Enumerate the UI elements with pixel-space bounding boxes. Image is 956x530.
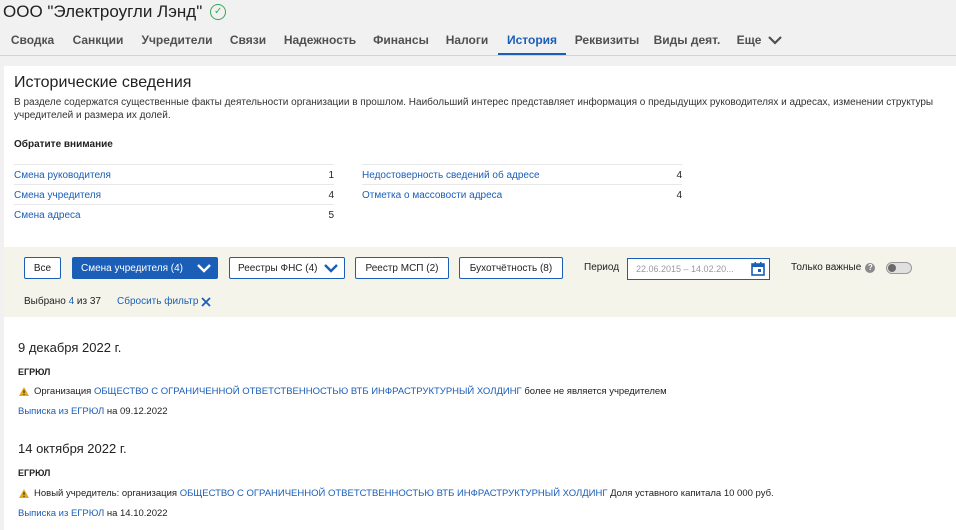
stat-row: Недостоверность сведений об адресе 4 (362, 164, 682, 185)
close-icon (201, 296, 212, 307)
filter-msp-button[interactable]: Реестр МСП (2) (355, 257, 449, 279)
period-date-input[interactable]: 22.06.2015 – 14.02.20... (627, 258, 770, 280)
stat-row: Смена адреса 5 (14, 204, 334, 225)
reset-label: Сбросить фильтр (117, 296, 199, 307)
tab-more[interactable]: Еще (730, 26, 790, 53)
stat-link-address-unreliable[interactable]: Недостоверность сведений об адресе (362, 170, 662, 181)
stat-count: 4 (676, 189, 682, 201)
stat-link-founder-change[interactable]: Смена учредителя (14, 190, 314, 201)
tab-finance[interactable]: Финансы (366, 26, 436, 53)
selected-number: 4 (68, 296, 75, 307)
stat-count: 4 (676, 169, 682, 181)
tab-summary[interactable]: Сводка (4, 26, 61, 53)
attention-heading: Обратите внимание (14, 139, 113, 150)
warning-icon (19, 489, 29, 498)
selected-count: Выбрано 4 из 37 (24, 296, 101, 307)
important-toggle[interactable] (886, 262, 912, 274)
tab-sanctions[interactable]: Санкции (64, 26, 132, 53)
stat-count: 5 (328, 209, 334, 221)
selected-suffix: из 37 (76, 296, 101, 307)
event-date: 9 декабря 2022 г. (18, 340, 122, 355)
stat-row: Смена учредителя 4 (14, 184, 334, 205)
important-label: Только важные (791, 262, 862, 273)
org-link[interactable]: ОБЩЕСТВО С ОГРАНИЧЕННОЙ ОТВЕТСТВЕННОСТЬЮ… (94, 386, 522, 397)
chevron-down-icon (768, 35, 783, 45)
history-description: В разделе содержатся существенные факты … (14, 97, 934, 121)
extract-line: Выписка из ЕГРЮЛ на 14.10.2022 (18, 508, 168, 519)
chevron-down-icon (197, 264, 211, 273)
event-text: Организация (34, 386, 92, 397)
tab-links[interactable]: Связи (222, 26, 274, 53)
event-text: Доля уставного капитала 10 000 руб. (610, 488, 774, 499)
company-name: ООО "Электроугли Лэнд" (3, 2, 203, 21)
question-icon[interactable]: ? (865, 262, 876, 273)
period-label: Период (584, 262, 620, 273)
tab-reliability[interactable]: Надежность (277, 26, 363, 53)
page-title: Исторические сведения (14, 74, 192, 91)
filter-fns-dropdown[interactable]: Реестры ФНС (4) (229, 257, 345, 279)
filter-all-button[interactable]: Все (24, 257, 61, 279)
extract-line: Выписка из ЕГРЮЛ на 09.12.2022 (18, 406, 168, 417)
important-only: Только важные ? (791, 262, 876, 273)
calendar-icon[interactable] (751, 262, 765, 276)
warning-icon (19, 387, 29, 396)
company-header: ООО "Электроугли Лэнд" ✓ (3, 0, 227, 24)
tab-founders[interactable]: Учредители (135, 26, 219, 53)
event-source: ЕГРЮЛ (18, 468, 51, 478)
filter-label: Реестры ФНС (4) (238, 262, 318, 274)
event-text: более не является учредителем (524, 386, 667, 397)
stat-link-director-change[interactable]: Смена руководителя (14, 170, 314, 181)
reset-filter-link[interactable]: Сбросить фильтр (117, 296, 212, 307)
tab-more-label: Еще (736, 32, 762, 47)
extract-date: на 14.10.2022 (106, 508, 168, 519)
filter-founder-change-dropdown[interactable]: Смена учредителя (4) (72, 257, 218, 279)
stat-count: 4 (328, 189, 334, 201)
stat-row: Смена руководителя 1 (14, 164, 334, 185)
stat-link-address-change[interactable]: Смена адреса (14, 210, 314, 221)
event-source: ЕГРЮЛ (18, 367, 51, 377)
egrul-extract-link[interactable]: Выписка из ЕГРЮЛ (18, 508, 104, 519)
egrul-extract-link[interactable]: Выписка из ЕГРЮЛ (18, 406, 104, 417)
tab-taxes[interactable]: Налоги (439, 26, 495, 53)
event-text: Новый учредитель: организация (34, 488, 178, 499)
period-value: 22.06.2015 – 14.02.20... (636, 264, 734, 274)
org-link[interactable]: ОБЩЕСТВО С ОГРАНИЧЕННОЙ ОТВЕТСТВЕННОСТЬЮ… (180, 488, 608, 499)
selected-prefix: Выбрано (24, 296, 66, 307)
stat-row: Отметка о массовости адреса 4 (362, 184, 682, 205)
event-line: Организация ОБЩЕСТВО С ОГРАНИЧЕННОЙ ОТВЕ… (19, 386, 667, 397)
event-date: 14 октября 2022 г. (18, 441, 127, 456)
section-tabs: Сводка Санкции Учредители Связи Надежнос… (0, 26, 956, 56)
filter-buh-button[interactable]: Бухотчётность (8) (459, 257, 563, 279)
filter-bar: Все Смена учредителя (4) Реестры ФНС (4)… (4, 247, 956, 317)
stat-count: 1 (328, 169, 334, 181)
chevron-down-icon (324, 264, 338, 273)
tab-activities[interactable]: Виды деят. (648, 26, 726, 53)
verified-check-icon: ✓ (210, 4, 227, 20)
tab-history[interactable]: История (498, 26, 566, 55)
stat-link-mass-address[interactable]: Отметка о массовости адреса (362, 190, 662, 201)
filter-label: Смена учредителя (4) (81, 262, 184, 274)
extract-date: на 09.12.2022 (106, 406, 168, 417)
event-line: Новый учредитель: организация ОБЩЕСТВО С… (19, 488, 774, 499)
tab-requisites[interactable]: Реквизиты (569, 26, 645, 53)
toggle-knob (888, 264, 896, 272)
